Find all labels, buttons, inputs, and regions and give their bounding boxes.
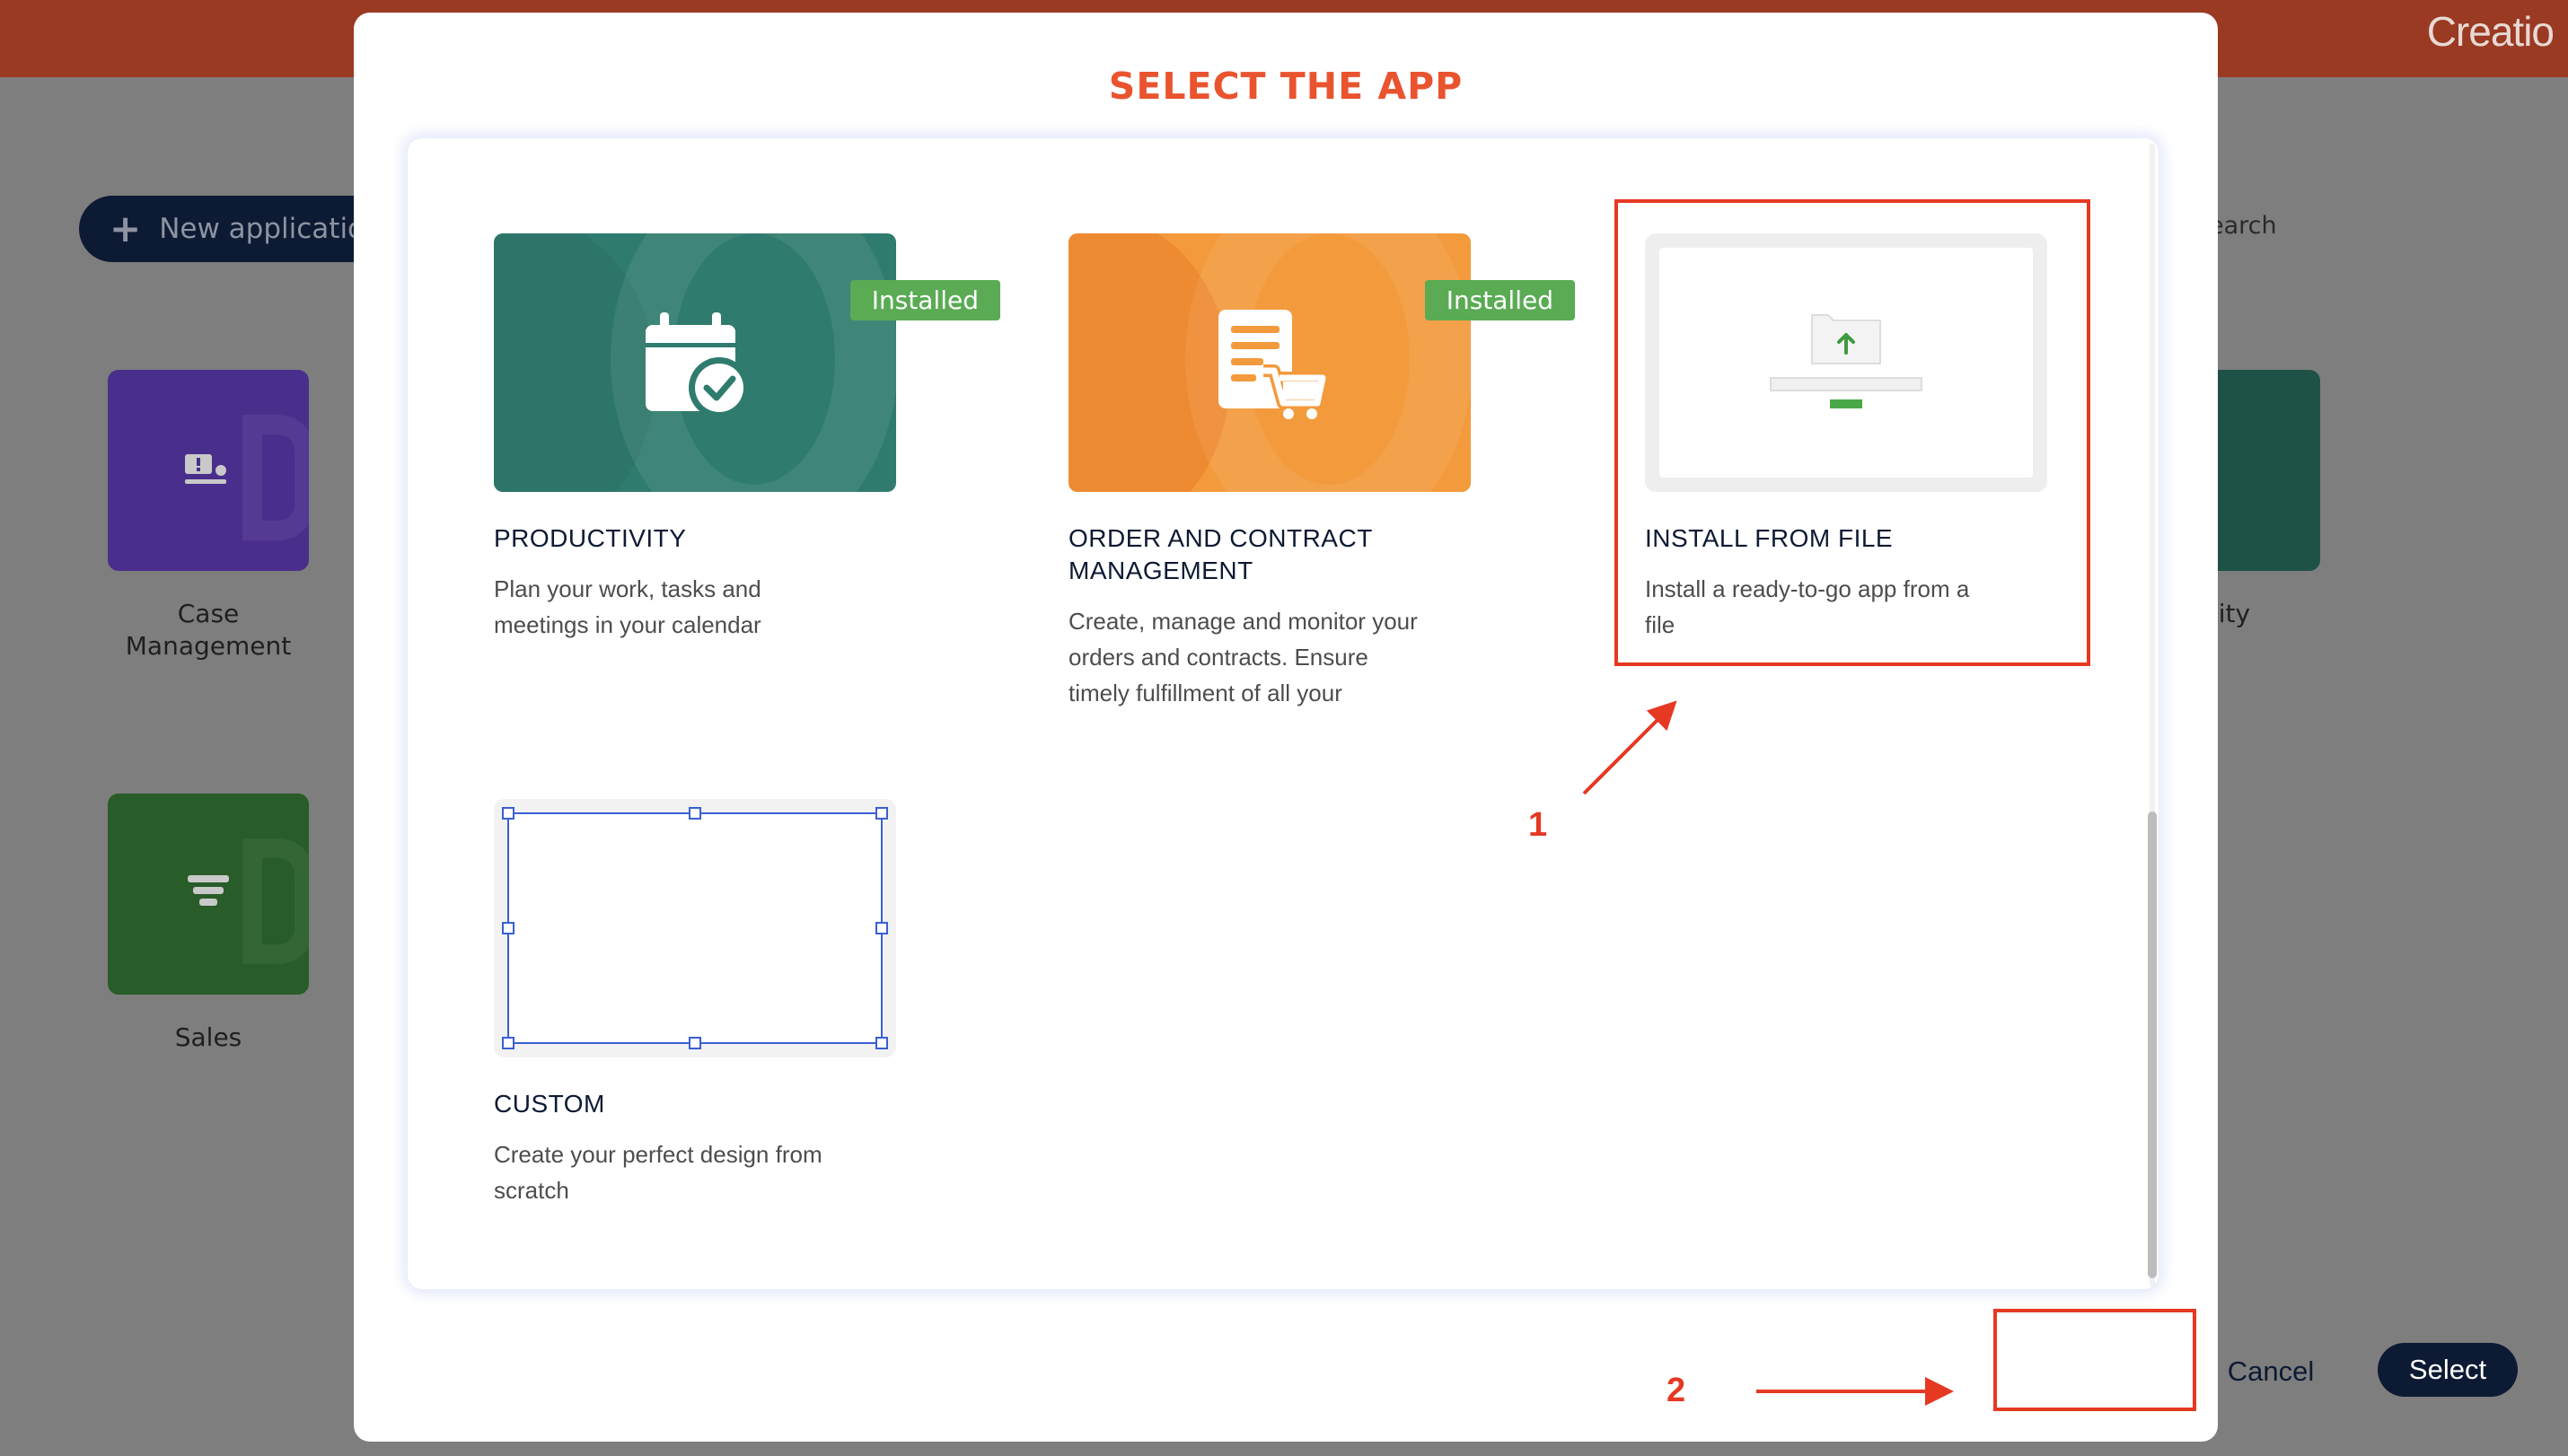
step-number-1: 1: [1528, 806, 1548, 844]
funnel-icon: [108, 794, 309, 995]
plus-icon: +: [110, 206, 142, 250]
step-number-2: 2: [1667, 1372, 1686, 1409]
select-button[interactable]: Select: [2378, 1343, 2518, 1397]
selection-frame-icon: [494, 799, 896, 1057]
card-title: PRODUCTIVITY: [494, 524, 687, 552]
install-from-file-highlight: [1614, 199, 2090, 666]
tile-label-case-management: Case Management: [125, 599, 292, 661]
creatio-logo: Creatio: [2426, 8, 2555, 55]
scrollbar-thumb[interactable]: [2148, 811, 2157, 1278]
case-icon: [108, 370, 309, 571]
card-title: ORDER AND CONTRACT MANAGEMENT: [1069, 524, 1373, 584]
select-button-highlight: [1993, 1309, 2196, 1411]
template-card-order-contract[interactable]: Installed ORDER AND CONTRACT MANAGEMENT …: [1069, 233, 1575, 711]
card-description: Plan your work, tasks and meetings in yo…: [494, 575, 761, 638]
installed-badge: Installed: [1424, 280, 1575, 320]
card-title: CUSTOM: [494, 1090, 605, 1118]
cancel-button[interactable]: Cancel: [2212, 1350, 2329, 1393]
tile-label-sales: Sales: [174, 1022, 242, 1052]
search-label[interactable]: earch: [2209, 212, 2277, 240]
card-description: Create your perfect design from scratch: [494, 1141, 822, 1204]
dialog-title: SELECT THE APP: [1108, 65, 1464, 108]
custom-thumbnail: [494, 799, 896, 1057]
card-description: Create, manage and monitor your orders a…: [1069, 608, 1418, 706]
app-tile-case-management[interactable]: [108, 370, 309, 571]
template-card-custom[interactable]: CUSTOM Create your perfect design from s…: [494, 799, 896, 1208]
installed-badge: Installed: [849, 280, 1000, 320]
app-tile-sales[interactable]: [108, 794, 309, 995]
template-card-productivity[interactable]: Installed PRODUCTIVITY Plan your work, t…: [494, 233, 1000, 643]
new-application-label: New applicatio: [159, 213, 365, 245]
